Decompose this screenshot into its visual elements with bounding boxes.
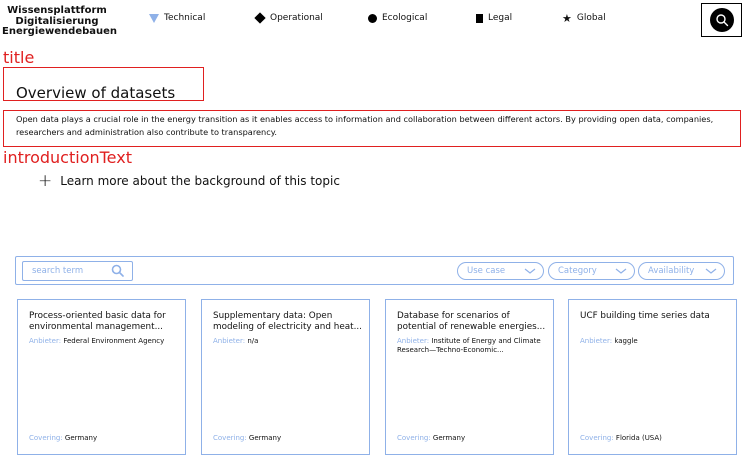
use-case-dropdown[interactable]: Use case bbox=[457, 262, 544, 280]
dropdown-label: Availability bbox=[648, 266, 695, 276]
card-provider: Anbieter: kaggle bbox=[580, 337, 735, 346]
dropdown-label: Use case bbox=[467, 266, 506, 276]
nav-item-operational[interactable]: Operational bbox=[254, 12, 323, 24]
nav-label: Ecological bbox=[382, 13, 428, 23]
nav-item-technical[interactable]: Technical bbox=[149, 13, 205, 23]
provider-value: n/a bbox=[247, 337, 259, 345]
logo-line: Wissensplattform bbox=[7, 5, 107, 16]
dropdown-label: Category bbox=[558, 266, 597, 276]
covering-value: Germany bbox=[432, 434, 466, 442]
chevron-down-icon bbox=[524, 266, 536, 279]
chevron-down-icon bbox=[705, 266, 717, 279]
card-covering: Covering: Germany bbox=[213, 434, 281, 442]
header-search-button[interactable] bbox=[701, 3, 742, 37]
triangle-down-icon bbox=[149, 13, 159, 23]
card-title: UCF building time series data bbox=[580, 311, 710, 321]
dataset-card[interactable]: Database for scenarios of potential of r… bbox=[385, 299, 554, 455]
filter-bar: search term Use case Category Availabili… bbox=[15, 256, 734, 285]
availability-dropdown[interactable]: Availability bbox=[638, 262, 725, 280]
dataset-card[interactable]: Supplementary data: Open modeling of ele… bbox=[201, 299, 370, 455]
category-dropdown[interactable]: Category bbox=[548, 262, 635, 280]
nav-label: Technical bbox=[164, 13, 206, 23]
card-provider: Anbieter: Federal Environment Agency bbox=[29, 337, 184, 346]
circle-icon bbox=[368, 13, 377, 23]
site-logo[interactable]: Wissensplattform Digitalisierung Energie… bbox=[2, 5, 118, 38]
provider-value: Federal Environment Agency bbox=[63, 337, 165, 345]
dataset-card[interactable]: Process-oriented basic data for environm… bbox=[17, 299, 186, 455]
introduction-text: Open data plays a crucial role in the en… bbox=[16, 114, 714, 137]
provider-label: Anbieter: bbox=[580, 337, 613, 345]
chevron-down-icon bbox=[615, 266, 627, 279]
card-covering: Covering: Germany bbox=[29, 434, 97, 442]
card-provider: Anbieter: Institute of Energy and Climat… bbox=[397, 337, 552, 354]
card-title: Process-oriented basic data for environm… bbox=[29, 311, 166, 332]
search-icon[interactable] bbox=[111, 264, 124, 280]
card-provider: Anbieter: n/a bbox=[213, 337, 368, 346]
diamond-icon bbox=[254, 12, 266, 24]
search-icon bbox=[709, 8, 734, 32]
page-title: Overview of datasets bbox=[16, 84, 176, 102]
star-icon: ★ bbox=[562, 11, 572, 25]
search-placeholder: search term bbox=[32, 266, 84, 276]
provider-value: kaggle bbox=[614, 337, 638, 345]
covering-label: Covering: bbox=[397, 434, 431, 442]
provider-label: Anbieter: bbox=[29, 337, 62, 345]
dataset-card[interactable]: UCF building time series data Anbieter: … bbox=[568, 299, 737, 455]
card-title: Database for scenarios of potential of r… bbox=[397, 311, 546, 332]
annotation-intro-label: introductionText bbox=[3, 148, 132, 167]
learn-more-toggle[interactable]: + Learn more about the background of thi… bbox=[38, 171, 340, 191]
annotation-title-label: title bbox=[3, 48, 35, 67]
learn-more-label: Learn more about the background of this … bbox=[60, 174, 340, 188]
nav-label: Operational bbox=[270, 13, 323, 23]
covering-value: Germany bbox=[248, 434, 282, 442]
covering-value: Germany bbox=[64, 434, 98, 442]
covering-label: Covering: bbox=[29, 434, 63, 442]
provider-label: Anbieter: bbox=[213, 337, 246, 345]
nav-label: Global bbox=[576, 13, 606, 23]
card-covering: Covering: Germany bbox=[397, 434, 465, 442]
provider-label: Anbieter: bbox=[397, 337, 430, 345]
nav-label: Legal bbox=[488, 13, 513, 23]
nav-item-global[interactable]: ★ Global bbox=[562, 11, 606, 25]
card-covering: Covering: Florida (USA) bbox=[580, 434, 662, 442]
covering-label: Covering: bbox=[580, 434, 614, 442]
covering-value: Florida (USA) bbox=[615, 434, 662, 442]
search-input[interactable]: search term bbox=[22, 261, 133, 281]
site-header: Wissensplattform Digitalisierung Energie… bbox=[0, 0, 749, 48]
plus-icon: + bbox=[38, 171, 53, 191]
nav-item-ecological[interactable]: Ecological bbox=[368, 13, 427, 23]
card-title: Supplementary data: Open modeling of ele… bbox=[213, 311, 362, 332]
nav-item-legal[interactable]: Legal bbox=[476, 13, 512, 23]
covering-label: Covering: bbox=[213, 434, 247, 442]
square-icon bbox=[476, 13, 483, 23]
logo-line: Energiewendebauen bbox=[2, 26, 118, 37]
